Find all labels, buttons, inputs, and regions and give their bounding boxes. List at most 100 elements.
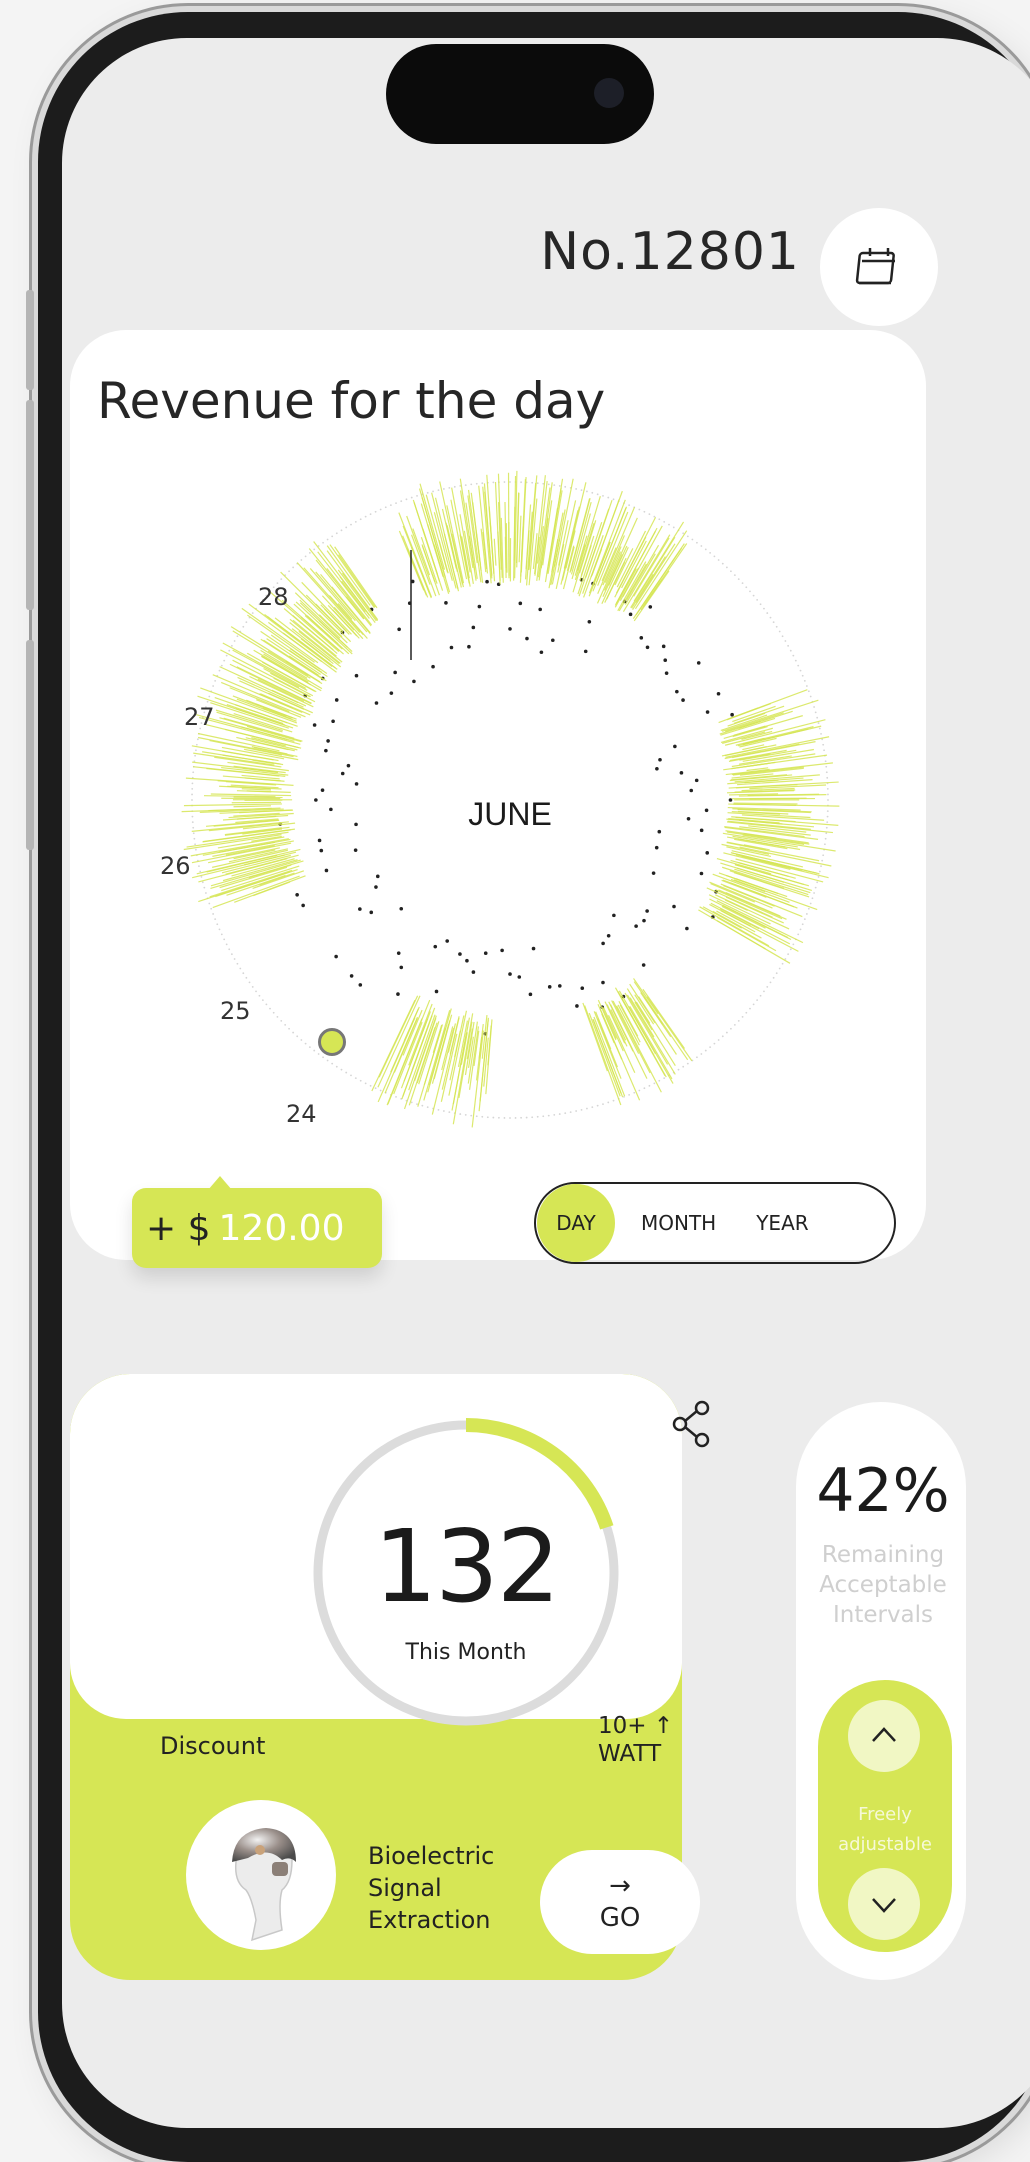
chart-dot [508, 627, 512, 631]
day-label-25: 25 [220, 997, 251, 1025]
chart-guide-dot [242, 626, 244, 628]
chart-guide-dot [607, 497, 609, 499]
chart-dot [313, 723, 317, 727]
increase-button[interactable] [848, 1700, 920, 1772]
chart-dot [652, 871, 656, 875]
chart-guide-dot [756, 599, 758, 601]
chart-guide-dot [199, 871, 201, 873]
chart-dot [658, 758, 662, 762]
chart-guide-dot [273, 1012, 275, 1014]
chart-guide-dot [559, 1113, 561, 1115]
chart-guide-dot [730, 1028, 732, 1030]
chart-guide-dot [228, 650, 230, 652]
chart-guide-dot [613, 498, 615, 500]
chart-guide-dot [766, 986, 768, 988]
go-button[interactable]: → GO [540, 1850, 700, 1954]
chart-dot [355, 782, 359, 786]
chart-dot [588, 620, 592, 624]
chart-guide-dot [663, 1077, 665, 1079]
chart-guide-dot [341, 1069, 343, 1071]
chart-guide-dot [210, 908, 212, 910]
chart-guide-dot [249, 981, 251, 983]
chart-guide-dot [481, 1116, 483, 1118]
intervals-line-2: Acceptable [796, 1570, 970, 1600]
revenue-title: Revenue for the day [97, 372, 605, 430]
period-month[interactable]: MONTH [641, 1184, 716, 1262]
chart-dot [445, 939, 449, 943]
chart-guide-dot [815, 711, 817, 713]
chart-guide-dot [350, 1074, 352, 1076]
radial-revenue-chart: JUNE [150, 440, 870, 1160]
chart-guide-dot [395, 502, 397, 504]
adjust-label: Freely adjustable [818, 1800, 952, 1860]
chart-guide-dot [385, 506, 387, 508]
chart-guide-dot [827, 810, 829, 812]
share-button[interactable] [670, 1396, 716, 1456]
chart-guide-dot [825, 832, 827, 834]
chart-guide-dot [416, 1103, 418, 1105]
chart-guide-dot [782, 963, 784, 965]
chart-guide-dot [813, 706, 815, 708]
chart-guide-dot [355, 1077, 357, 1079]
chart-guide-dot [322, 1056, 324, 1058]
chart-guide-dot [602, 1103, 604, 1105]
product-name-line-3: Extraction [368, 1904, 494, 1936]
chart-guide-dot [370, 1085, 372, 1087]
chart-guide-dot [345, 1072, 347, 1074]
chart-dot [301, 904, 305, 908]
chart-guide-dot [819, 728, 821, 730]
chart-guide-dot [564, 1112, 566, 1114]
chart-guide-dot [753, 595, 755, 597]
chart-guide-dot [581, 1109, 583, 1111]
chart-dot [318, 839, 322, 843]
chart-guide-dot [810, 903, 812, 905]
period-day[interactable]: DAY [537, 1184, 615, 1262]
head-device-icon [186, 1800, 336, 1950]
chart-guide-dot [542, 1115, 544, 1117]
chart-dot [478, 605, 482, 609]
chart-guide-dot [810, 696, 812, 698]
chart-guide-dot [416, 495, 418, 497]
chart-guide-dot [191, 794, 193, 796]
chart-dot [399, 966, 403, 970]
chart-guide-dot [678, 1069, 680, 1071]
period-year[interactable]: YEAR [756, 1184, 808, 1262]
chart-dot [517, 975, 521, 979]
day-label-26: 26 [160, 852, 191, 880]
chart-guide-dot [776, 626, 778, 628]
chart-dot [663, 658, 667, 662]
arrow-right-icon: → [609, 1871, 631, 1901]
chart-guide-dot [509, 1117, 511, 1119]
chart-dot [375, 701, 379, 705]
chart-guide-dot [459, 1113, 461, 1115]
product-name: Bioelectric Signal Extraction [368, 1840, 494, 1936]
chart-guide-dot [738, 1020, 740, 1022]
chart-dot [319, 849, 323, 853]
chart-guide-dot [196, 744, 198, 746]
chart-guide-dot [380, 509, 382, 511]
calendar-button[interactable] [820, 208, 938, 326]
chart-dot [646, 645, 650, 649]
chart-guide-dot [520, 1117, 522, 1119]
chart-guide-dot [234, 958, 236, 960]
chart-guide-dot [194, 843, 196, 845]
chart-dot [680, 771, 684, 775]
chart-guide-dot [280, 1020, 282, 1022]
chart-guide-dot [581, 489, 583, 491]
revenue-amount-badge: + $ 120.00 [132, 1188, 382, 1268]
chart-guide-dot [730, 570, 732, 572]
chart-dot [538, 608, 542, 612]
chart-guide-dot [714, 555, 716, 557]
decrease-button[interactable] [848, 1868, 920, 1940]
chart-guide-dot [570, 1111, 572, 1113]
chart-guide-dot [487, 1116, 489, 1118]
order-number: No.12801 [500, 222, 800, 282]
chart-guide-dot [823, 749, 825, 751]
chart-guide-dot [239, 968, 241, 970]
chart-guide-dot [779, 968, 781, 970]
chart-guide-dot [705, 1050, 707, 1052]
selected-day-marker[interactable] [318, 1028, 346, 1056]
chart-guide-dot [509, 481, 511, 483]
chart-guide-dot [193, 838, 195, 840]
chart-guide-dot [470, 483, 472, 485]
